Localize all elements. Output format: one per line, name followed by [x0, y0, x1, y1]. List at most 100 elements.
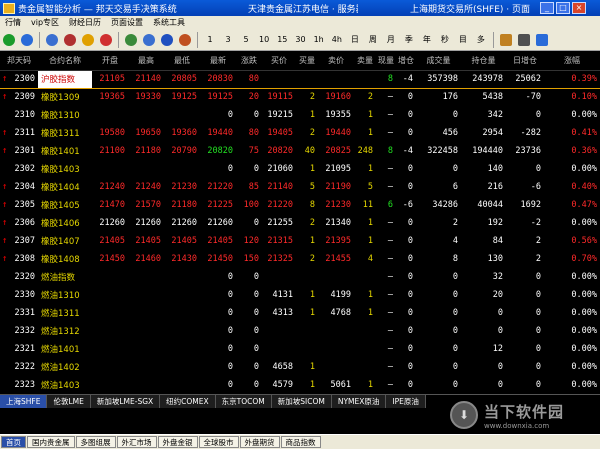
table-row[interactable]: ↑ 2300 沪胶指数 21105 21140 20805 20830 80 8 -4 357398… [0, 69, 600, 89]
period-button[interactable]: 30 [292, 31, 308, 49]
table-row[interactable]: 2322 燃油1402 0 0 4658 1 — 0 0 0 0 0.00% [0, 358, 600, 376]
market-tab[interactable]: 新加坡SICOM [271, 395, 332, 408]
table-row[interactable]: ↑ 2305 橡胶1405 21470 21570 21180 21225 100 21220 8… [0, 196, 600, 214]
cell-vol_now: — [387, 254, 393, 264]
menu-item[interactable]: 财经日历 [64, 17, 106, 28]
table-row[interactable]: ↑ 2307 橡胶1407 21405 21405 21405 21405 120 21315 1… [0, 232, 600, 250]
column-header[interactable]: 最高 [128, 52, 164, 71]
column-header[interactable]: 增仓 [396, 52, 416, 71]
settings-icon[interactable] [516, 31, 532, 49]
table-row[interactable]: ↑ 2304 橡胶1404 21240 21240 21230 21220 85 21140 5 2… [0, 178, 600, 196]
table-row[interactable]: 2302 橡胶1403 0 0 21060 1 21095 1 — 0 0 140 0 0.00% [0, 160, 600, 178]
bottom-nav-button[interactable]: 国内贵金属 [27, 436, 75, 448]
column-header[interactable]: 涨幅 [544, 52, 600, 71]
market-tab[interactable]: 纽约COMEX [160, 395, 216, 408]
close-button[interactable]: × [572, 2, 586, 14]
minute-chart-icon[interactable] [62, 31, 78, 49]
bar-chart-icon[interactable] [98, 31, 114, 49]
period-button[interactable]: 1 [202, 31, 218, 49]
help-icon[interactable] [534, 31, 550, 49]
market-tab[interactable]: 伦敦LME [47, 395, 91, 408]
column-header[interactable]: 买量 [296, 52, 318, 71]
market-tab[interactable]: NYMEX原油 [331, 395, 387, 408]
period-button[interactable]: 4h [329, 31, 345, 49]
menu-item[interactable]: 行情 [0, 17, 26, 28]
market-tab[interactable]: 东京TOCOM [215, 395, 272, 408]
cell-inc: 0 [407, 254, 413, 264]
report-icon[interactable] [123, 31, 139, 49]
table-row[interactable]: 2330 燃油1310 0 0 4131 1 4199 1 — 0 0 20 0 0.00% [0, 286, 600, 304]
table-icon[interactable] [141, 31, 157, 49]
period-button[interactable]: 秒 [437, 31, 453, 49]
cell-pct: 0.00% [571, 110, 597, 120]
wave-icon[interactable] [159, 31, 175, 49]
bottom-nav-button[interactable]: 外盘金银 [157, 436, 198, 448]
column-header[interactable]: 最低 [164, 52, 200, 71]
refresh-icon[interactable] [19, 31, 35, 49]
column-header[interactable]: 持仓量 [461, 52, 506, 71]
table-row[interactable]: 2331 燃油1311 0 0 4313 1 4768 1 — 0 0 0 0 0.00% [0, 304, 600, 322]
bottom-nav-button[interactable]: 外盘期货 [239, 436, 280, 448]
bottom-nav-button[interactable]: 外汇市场 [116, 436, 157, 448]
market-tab[interactable]: 上海SHFE [0, 395, 48, 408]
quote-table: 邦天码 合约名称 开盘 最高 最低 最新 涨跌 买价 买量 卖价 卖量 现量 增仓 成交量 持仓量 日增仓 涨幅… [0, 52, 600, 394]
table-row[interactable]: ↑ 2308 橡胶1408 21450 21460 21430 21450 150 21325 2… [0, 250, 600, 268]
cell-code: 2330 [0, 286, 38, 304]
table-row[interactable]: 2332 燃油1312 0 0 — 0 0 0 0 0.00% [0, 322, 600, 340]
market-tab[interactable]: 新加坡LME-SGX [90, 395, 161, 408]
bottom-nav-button[interactable]: 多图组展 [75, 436, 116, 448]
table-row[interactable]: 2320 燃油指数 0 0 — 0 0 32 0 0.00% [0, 268, 600, 286]
period-button[interactable]: 季 [401, 31, 417, 49]
cell-chg: 80 [236, 69, 262, 89]
period-button[interactable]: 周 [365, 31, 381, 49]
column-header[interactable]: 开盘 [92, 52, 128, 71]
column-header[interactable]: 合约名称 [38, 52, 92, 71]
period-button[interactable]: 目 [455, 31, 471, 49]
period-button[interactable]: 15 [274, 31, 290, 49]
cell-high [128, 286, 164, 304]
column-header[interactable]: 最新 [200, 52, 236, 71]
period-button[interactable]: 5 [238, 31, 254, 49]
period-button[interactable]: 月 [383, 31, 399, 49]
table-row[interactable]: 2310 橡胶1310 0 0 19215 1 19355 1 — 0 0 342 0 0.00% [0, 106, 600, 124]
cell-name: 橡胶1311 [41, 129, 80, 139]
period-button[interactable]: 10 [256, 31, 272, 49]
table-row[interactable]: ↑ 2309 橡胶1309 19365 19330 19125 19125 20 19115 2 1… [0, 88, 600, 106]
column-header[interactable]: 现量 [376, 52, 396, 71]
table-row[interactable]: ↑ 2306 橡胶1406 21260 21260 21260 21260 0 21255 2 21… [0, 214, 600, 232]
menu-item[interactable]: vip专区 [26, 17, 64, 28]
contract-code: 2331 [14, 308, 35, 318]
column-header[interactable]: 买价 [262, 52, 296, 71]
bottom-nav-button[interactable]: 全球股市 [198, 436, 239, 448]
table-row[interactable]: ↑ 2301 橡胶1401 21100 21180 20790 20820 75 20820 40… [0, 142, 600, 160]
period-button[interactable]: 3 [220, 31, 236, 49]
period-button[interactable]: 年 [419, 31, 435, 49]
column-header[interactable]: 涨跌 [236, 52, 262, 71]
period-button[interactable]: 多 [473, 31, 489, 49]
menu-item[interactable]: 页面设置 [106, 17, 148, 28]
back-icon[interactable] [1, 31, 17, 49]
minimize-button[interactable]: _ [540, 2, 554, 14]
cell-low [164, 340, 200, 358]
grid-icon[interactable] [44, 31, 60, 49]
column-header[interactable]: 邦天码 [0, 52, 38, 71]
column-header[interactable]: 卖价 [318, 52, 354, 71]
table-row[interactable]: 2323 燃油1403 0 0 4579 1 5061 1 — 0 0 0 0 0.00% [0, 376, 600, 394]
table-row[interactable]: 2321 燃油1401 0 0 — 0 0 12 0 0.00% [0, 340, 600, 358]
period-button[interactable]: 1h [311, 31, 327, 49]
period-button[interactable]: 日 [347, 31, 363, 49]
cell-vol_now: 6 [387, 200, 393, 210]
column-header[interactable]: 成交量 [416, 52, 461, 71]
column-header[interactable]: 卖量 [354, 52, 376, 71]
line-icon[interactable] [177, 31, 193, 49]
column-header[interactable]: 日增仓 [506, 52, 544, 71]
bottom-nav-button[interactable]: 商品指数 [280, 436, 321, 448]
maximize-button[interactable]: □ [556, 2, 570, 14]
cell-vol_now: — [387, 326, 393, 336]
menu-item[interactable]: 系统工具 [148, 17, 190, 28]
bottom-nav-button[interactable]: 首页 [1, 436, 26, 448]
open-icon[interactable] [498, 31, 514, 49]
market-tab[interactable]: IPE原油 [386, 395, 426, 408]
table-row[interactable]: ↑ 2311 橡胶1311 19580 19650 19360 19440 80 19405 2 1… [0, 124, 600, 142]
lightning-icon[interactable] [80, 31, 96, 49]
